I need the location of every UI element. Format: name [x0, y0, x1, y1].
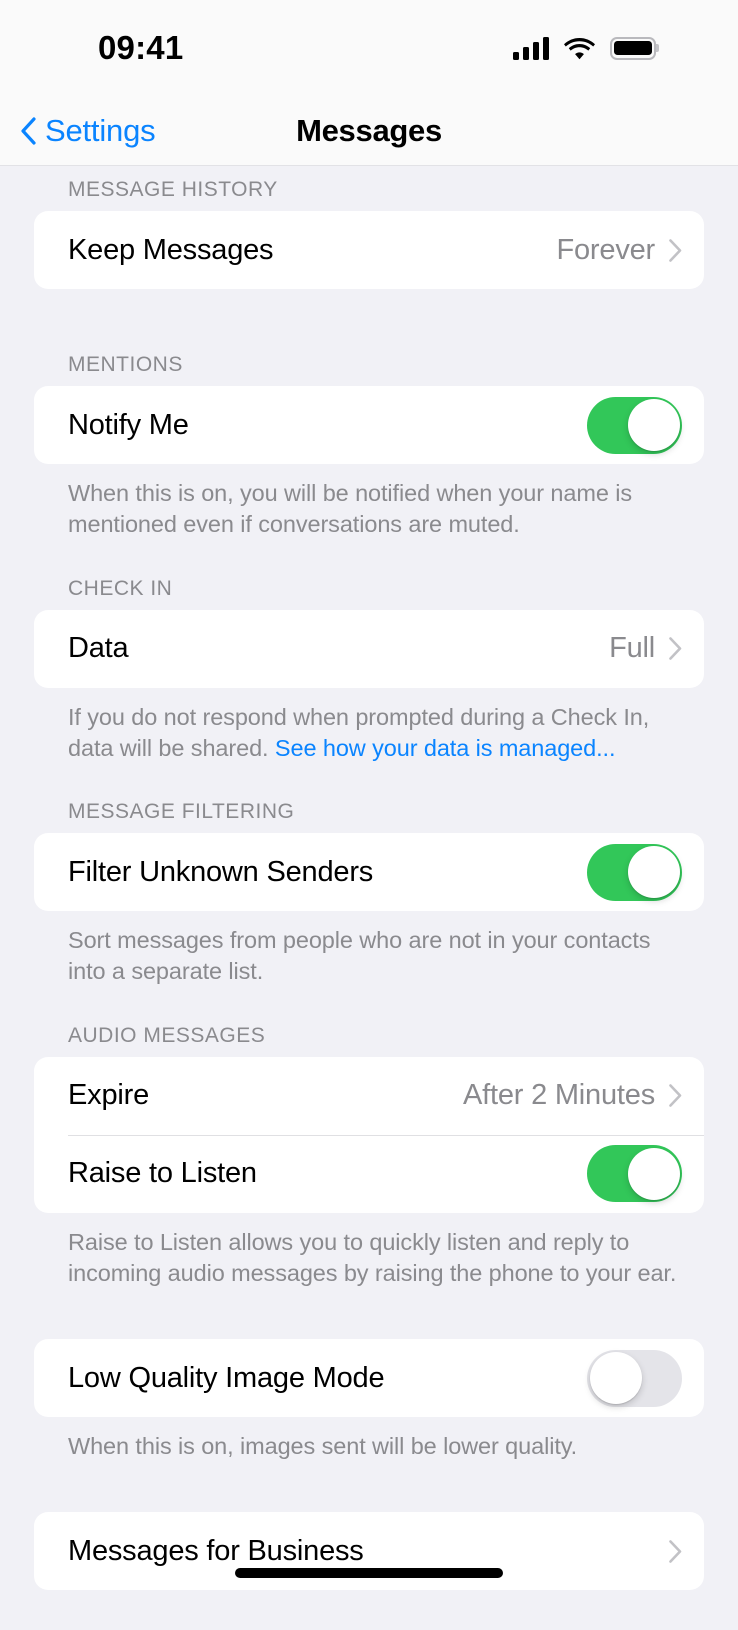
section-card-mentions: Notify Me — [34, 386, 704, 464]
wifi-icon — [564, 37, 595, 59]
toggle-raise-to-listen[interactable] — [587, 1145, 682, 1202]
footnote-message-filtering: Sort messages from people who are not in… — [68, 927, 651, 985]
section-header-message-history: MESSAGE HISTORY — [68, 178, 278, 201]
section-header-mentions: MENTIONS — [68, 353, 183, 376]
row-data[interactable]: Data Full — [34, 610, 704, 688]
back-button[interactable]: Settings — [20, 112, 156, 149]
toggle-knob — [627, 1147, 680, 1200]
battery-full-icon — [610, 36, 656, 60]
section-header-check-in: CHECK IN — [68, 576, 173, 600]
toggle-knob — [627, 846, 680, 898]
data-managed-link[interactable]: See how your data is managed... — [275, 735, 616, 761]
section-card-message-filtering: Filter Unknown Senders — [34, 833, 704, 911]
row-label: Expire — [68, 1079, 149, 1111]
section-header-message-filtering: MESSAGE FILTERING — [68, 800, 295, 823]
row-value: After 2 Minutes — [462, 1079, 655, 1111]
row-low-quality-image-mode[interactable]: Low Quality Image Mode — [34, 1339, 704, 1417]
row-raise-to-listen[interactable]: Raise to Listen — [34, 1134, 704, 1213]
section-header-audio-messages: AUDIO MESSAGES — [68, 1023, 266, 1047]
chevron-right-icon — [669, 238, 682, 262]
back-button-label: Settings — [45, 112, 156, 148]
row-filter-unknown-senders[interactable]: Filter Unknown Senders — [34, 833, 704, 911]
chevron-left-icon — [21, 116, 36, 145]
navigation-bar: Settings Messages — [0, 96, 738, 166]
row-label: Keep Messages — [68, 233, 274, 266]
row-expire[interactable]: Expire After 2 Minutes — [34, 1057, 704, 1135]
status-bar-time: 09:41 — [98, 29, 184, 66]
row-label: Data — [68, 632, 129, 664]
footnote-low-quality-image-mode: When this is on, images sent will be low… — [68, 1433, 578, 1459]
chevron-right-icon — [669, 1539, 682, 1563]
row-label: Filter Unknown Senders — [68, 855, 374, 888]
section-card-check-in: Data Full — [34, 609, 704, 688]
cellular-signal-icon — [513, 36, 549, 60]
section-card-low-quality-image-mode: Low Quality Image Mode — [34, 1339, 704, 1417]
section-card-messages-for-business: Messages for Business — [34, 1512, 704, 1591]
status-bar: 09:41 — [0, 0, 738, 96]
row-value: Full — [609, 632, 655, 664]
status-bar-icons — [513, 36, 656, 60]
row-label: Notify Me — [68, 408, 189, 441]
row-label: Messages for Business — [68, 1534, 364, 1567]
toggle-filter-unknown-senders[interactable] — [587, 843, 682, 901]
section-card-audio-messages: Expire After 2 Minutes Raise to Listen — [34, 1056, 704, 1213]
row-keep-messages[interactable]: Keep Messages Forever — [34, 211, 704, 289]
toggle-knob — [627, 399, 680, 451]
row-value: Forever — [556, 233, 655, 266]
footnote-mentions: When this is on, you will be notified wh… — [68, 480, 633, 538]
row-label: Raise to Listen — [68, 1157, 257, 1189]
settings-list: MESSAGE HISTORY Keep Messages Forever ME… — [0, 166, 738, 1630]
row-label: Low Quality Image Mode — [68, 1361, 385, 1394]
footnote-audio-messages: Raise to Listen allows you to quickly li… — [68, 1228, 677, 1286]
chevron-right-icon — [669, 637, 682, 660]
toggle-low-quality-image-mode[interactable] — [587, 1349, 682, 1407]
chevron-right-icon — [669, 1084, 682, 1107]
section-card-message-history: Keep Messages Forever — [34, 211, 704, 289]
toggle-notify-me[interactable] — [587, 396, 682, 454]
footnote-check-in: If you do not respond when prompted duri… — [0, 688, 738, 765]
row-notify-me[interactable]: Notify Me — [34, 386, 704, 464]
home-indicator[interactable] — [235, 1568, 503, 1578]
toggle-knob — [589, 1352, 642, 1404]
row-messages-for-business[interactable]: Messages for Business — [34, 1512, 704, 1590]
